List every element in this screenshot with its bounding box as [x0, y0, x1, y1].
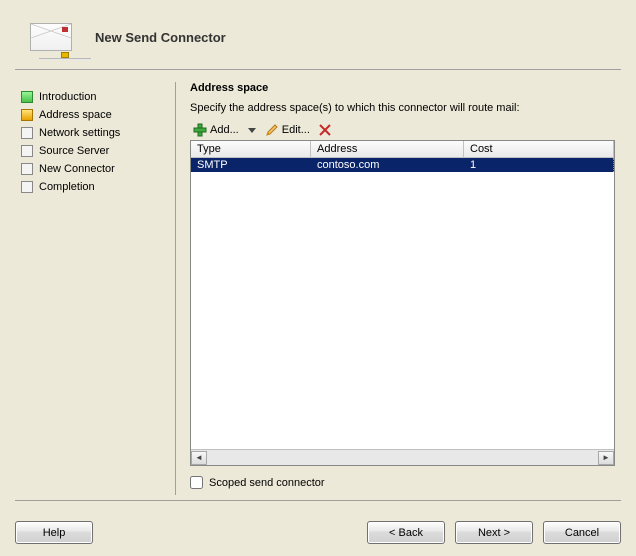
step-label: Completion	[39, 181, 95, 193]
section-title: Address space	[190, 82, 615, 94]
add-dropdown[interactable]	[245, 125, 259, 135]
table-row[interactable]: SMTP contoso.com 1	[191, 158, 614, 172]
scroll-left-button[interactable]: ◄	[191, 451, 207, 465]
column-address[interactable]: Address	[311, 141, 464, 158]
header: New Send Connector	[15, 10, 621, 70]
add-icon	[193, 123, 207, 137]
list-body[interactable]: SMTP contoso.com 1	[191, 158, 614, 449]
header-icon	[15, 23, 87, 51]
cancel-button[interactable]: Cancel	[543, 521, 621, 544]
step-completion: Completion	[21, 178, 175, 196]
delete-icon	[319, 124, 331, 136]
delete-button[interactable]	[316, 123, 334, 137]
cell-cost: 1	[464, 158, 614, 172]
section-description: Specify the address space(s) to which th…	[190, 102, 615, 114]
step-label: Source Server	[39, 145, 109, 157]
address-space-list: Type Address Cost SMTP contoso.com 1 ◄ ►	[190, 140, 615, 466]
footer: Help < Back Next > Cancel	[15, 521, 621, 544]
pending-step-icon	[21, 127, 33, 139]
back-button[interactable]: < Back	[367, 521, 445, 544]
pencil-icon	[265, 123, 279, 137]
chevron-down-icon	[248, 126, 256, 134]
envelope-icon	[30, 23, 72, 51]
step-new-connector: New Connector	[21, 160, 175, 178]
add-button[interactable]: Add...	[190, 122, 242, 138]
current-step-icon	[21, 109, 33, 121]
scoped-checkbox[interactable]	[190, 476, 203, 489]
step-source-server: Source Server	[21, 142, 175, 160]
step-address-space: Address space	[21, 106, 175, 124]
next-button[interactable]: Next >	[455, 521, 533, 544]
step-network-settings: Network settings	[21, 124, 175, 142]
check-icon	[21, 91, 33, 103]
column-cost[interactable]: Cost	[464, 141, 614, 158]
pending-step-icon	[21, 181, 33, 193]
step-label: Introduction	[39, 91, 96, 103]
toolbar: Add... Edit...	[190, 120, 615, 140]
add-label: Add...	[210, 124, 239, 136]
scoped-checkbox-row: Scoped send connector	[190, 476, 615, 489]
column-type[interactable]: Type	[191, 141, 311, 158]
wizard-steps: Introduction Address space Network setti…	[15, 82, 175, 495]
cell-address: contoso.com	[311, 158, 464, 172]
edit-button[interactable]: Edit...	[262, 122, 313, 138]
scroll-right-button[interactable]: ►	[598, 451, 614, 465]
pending-step-icon	[21, 145, 33, 157]
step-label: New Connector	[39, 163, 115, 175]
help-button[interactable]: Help	[15, 521, 93, 544]
pending-step-icon	[21, 163, 33, 175]
scoped-label: Scoped send connector	[209, 477, 325, 489]
step-label: Address space	[39, 109, 112, 121]
cell-type: SMTP	[191, 158, 311, 172]
step-label: Network settings	[39, 127, 120, 139]
list-header: Type Address Cost	[191, 141, 614, 158]
wizard-title: New Send Connector	[87, 30, 226, 45]
step-introduction: Introduction	[21, 88, 175, 106]
horizontal-scrollbar[interactable]: ◄ ►	[191, 449, 614, 465]
edit-label: Edit...	[282, 124, 310, 136]
